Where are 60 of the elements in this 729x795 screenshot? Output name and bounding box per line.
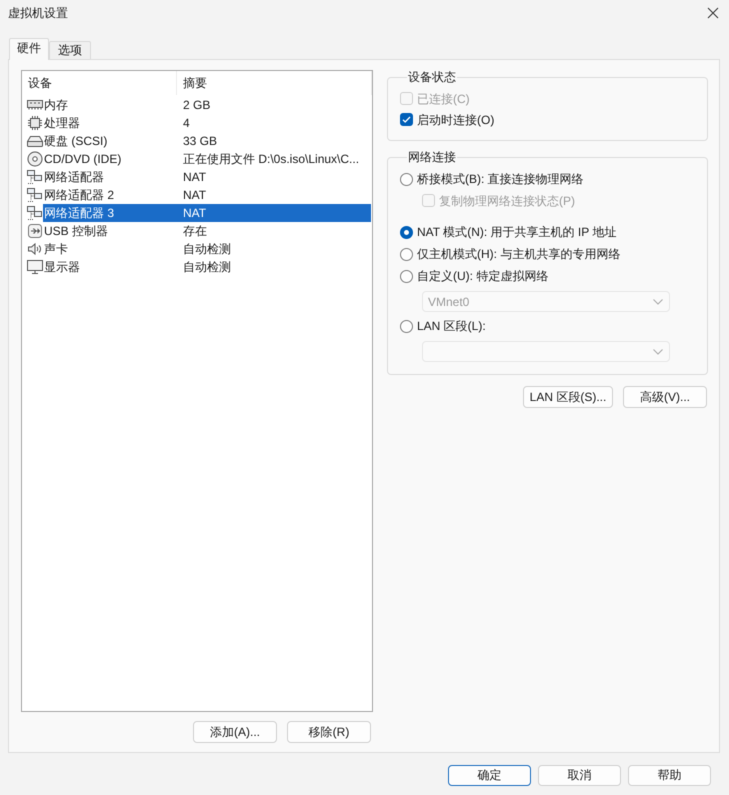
device-name-cell[interactable]: CD/DVD (IDE): [43, 150, 177, 168]
dialog-button[interactable]: 确定: [448, 765, 531, 786]
device-summary-cell[interactable]: 自动检测: [177, 240, 371, 258]
checkbox-label[interactable]: 启动时连接(O): [417, 112, 494, 126]
close-icon: [707, 7, 719, 19]
window-title: 虚拟机设置: [8, 6, 68, 20]
device-name-cell[interactable]: USB 控制器: [43, 222, 177, 240]
device-summary-cell[interactable]: 正在使用文件 D:\0s.iso\Linux\C...: [177, 150, 371, 168]
list-action-button[interactable]: 移除(R): [287, 721, 371, 743]
device-name-cell[interactable]: 处理器: [43, 114, 177, 132]
close-button[interactable]: [707, 7, 719, 19]
device-summary-cell[interactable]: 4: [177, 114, 371, 132]
device-name-cell[interactable]: 声卡: [43, 240, 177, 258]
tab[interactable]: 硬件: [9, 38, 49, 60]
radio-label[interactable]: LAN 区段(L):: [417, 319, 486, 333]
monitor-icon: [27, 259, 43, 275]
group-title: 网络连接: [407, 150, 457, 164]
column-header[interactable]: 设备: [22, 71, 177, 95]
checkmark-icon: [402, 115, 411, 124]
device-name-cell[interactable]: 硬盘 (SCSI): [43, 132, 177, 150]
device-name-cell[interactable]: 显示器: [43, 258, 177, 276]
device-summary-cell[interactable]: 自动检测: [177, 258, 371, 276]
dialog-button[interactable]: 取消: [538, 765, 621, 786]
network-icon: [27, 205, 43, 221]
device-name-cell[interactable]: 网络适配器 3: [43, 204, 177, 222]
device-summary-cell[interactable]: 存在: [177, 222, 371, 240]
chevron-down-icon: [653, 348, 663, 354]
tab[interactable]: 选项: [49, 41, 91, 59]
column-header[interactable]: 摘要: [177, 71, 372, 95]
radio-label[interactable]: 桥接模式(B): 直接连接物理网络: [417, 172, 584, 186]
radio-label[interactable]: 自定义(U): 特定虚拟网络: [417, 269, 548, 283]
radio-button[interactable]: [400, 226, 413, 238]
device-name-cell[interactable]: 内存: [43, 96, 177, 114]
radio-label[interactable]: NAT 模式(N): 用于共享主机的 IP 地址: [417, 225, 616, 239]
radio-label[interactable]: 仅主机模式(H): 与主机共享的专用网络: [417, 247, 620, 261]
device-name-cell[interactable]: 网络适配器: [43, 168, 177, 186]
radio-button[interactable]: [400, 320, 413, 332]
network-icon: [27, 169, 43, 185]
hard-drive-icon: [27, 133, 43, 149]
device-summary-cell[interactable]: NAT: [177, 186, 371, 204]
device-summary-cell[interactable]: NAT: [177, 204, 371, 222]
list-action-button[interactable]: 添加(A)...: [193, 721, 277, 743]
device-summary-cell[interactable]: 33 GB: [177, 132, 371, 150]
usb-icon: [27, 223, 43, 239]
chevron-down-icon: [653, 298, 663, 304]
dialog-button[interactable]: 帮助: [628, 765, 711, 786]
disc-icon: [27, 151, 43, 167]
group-title: 设备状态: [407, 70, 457, 84]
network-option-button[interactable]: 高级(V)...: [623, 386, 707, 408]
speaker-icon: [27, 241, 43, 257]
radio-button[interactable]: [400, 248, 413, 260]
network-icon: [27, 187, 43, 203]
chip-icon: [27, 115, 43, 131]
radio-button[interactable]: [400, 172, 413, 186]
checkbox[interactable]: [400, 113, 413, 126]
device-name-cell[interactable]: 网络适配器 2: [43, 186, 177, 204]
radio-button[interactable]: [400, 270, 413, 282]
device-summary-cell[interactable]: NAT: [177, 168, 371, 186]
network-option-button[interactable]: LAN 区段(S)...: [523, 386, 613, 408]
device-summary-cell[interactable]: 2 GB: [177, 96, 371, 114]
